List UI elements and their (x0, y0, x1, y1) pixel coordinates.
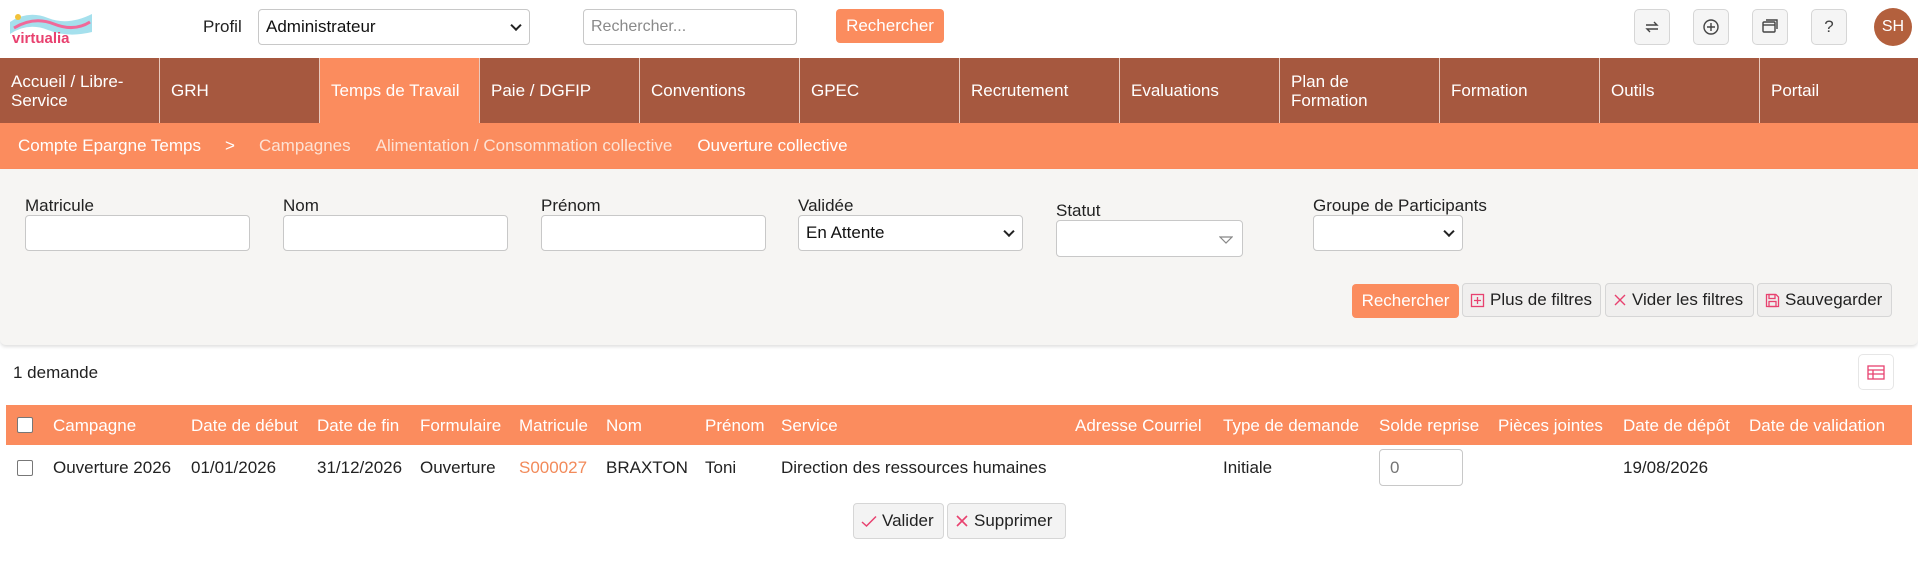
chevron-down-icon (1003, 225, 1015, 238)
nav-item-outils[interactable]: Outils (1600, 58, 1760, 123)
col-date-depot[interactable]: Date de dépôt (1623, 416, 1730, 436)
avatar-initials: SH (1881, 18, 1905, 35)
nom-label: Nom (283, 196, 319, 215)
cell-matricule-link[interactable]: S000027 (519, 458, 587, 478)
col-date-validation[interactable]: Date de validation (1749, 416, 1885, 436)
prenom-input[interactable] (541, 215, 766, 251)
table-icon (1867, 364, 1885, 380)
add-button[interactable] (1693, 9, 1729, 45)
cell-date-debut: 01/01/2026 (191, 458, 277, 477)
cell-formulaire: Ouverture (420, 458, 496, 477)
windows-button[interactable] (1752, 9, 1788, 45)
nav-item-portail[interactable]: Portail (1760, 58, 1918, 123)
results-count: 1 demande (13, 363, 99, 382)
nav-item-evaluations[interactable]: Evaluations (1120, 58, 1280, 123)
cell-date-fin: 31/12/2026 (317, 458, 403, 477)
solde-reprise-input[interactable] (1379, 449, 1463, 486)
cell-date-depot: 19/08/2026 (1623, 458, 1709, 477)
col-service[interactable]: Service (781, 416, 838, 436)
nav-item-paie-dgfip[interactable]: Paie / DGFIP (480, 58, 640, 123)
row-checkbox[interactable] (17, 460, 33, 476)
prenom-label: Prénom (541, 196, 601, 215)
save-icon (1765, 293, 1780, 307)
matricule-input[interactable] (25, 215, 250, 251)
chevron-down-icon (510, 19, 522, 32)
breadcrumb-separator: > (225, 136, 235, 155)
nav-item-temps-de-travail[interactable]: Temps de Travail (320, 58, 480, 123)
refresh-icon (1645, 21, 1659, 33)
validee-label: Validée (798, 196, 854, 215)
plus-de-filtres-button[interactable]: Plus de filtres (1462, 283, 1601, 317)
rechercher-button[interactable]: Rechercher (1352, 284, 1459, 318)
table-settings-button[interactable] (1858, 354, 1894, 390)
matricule-label: Matricule (25, 196, 94, 215)
validee-value: En Attente (806, 223, 885, 242)
nav-item-conventions[interactable]: Conventions (640, 58, 800, 123)
nom-input[interactable] (283, 215, 508, 251)
col-campagne[interactable]: Campagne (53, 416, 136, 436)
nav-item-accueil[interactable]: Accueil / Libre-Service (0, 58, 160, 123)
cell-nom: BRAXTON (606, 458, 688, 477)
main-nav: Accueil / Libre-Service GRH Temps de Tra… (0, 58, 1918, 123)
help-icon: ? (1824, 17, 1834, 36)
nav-item-grh[interactable]: GRH (160, 58, 320, 123)
close-icon (956, 515, 968, 527)
cell-campagne: Ouverture 2026 (53, 458, 172, 477)
windows-icon (1762, 19, 1778, 33)
select-all-checkbox[interactable] (17, 417, 33, 433)
col-nom[interactable]: Nom (606, 416, 642, 436)
top-search-button[interactable]: Rechercher (836, 9, 944, 43)
supprimer-button[interactable]: Supprimer (947, 503, 1066, 539)
col-date-fin[interactable]: Date de fin (317, 416, 399, 436)
groupe-participants-label: Groupe de Participants (1313, 196, 1487, 215)
top-bar: virtualia Profil Administrateur Recherch… (0, 0, 1918, 58)
triangle-down-icon (1219, 236, 1233, 244)
table-row: Ouverture 2026 01/01/2026 31/12/2026 Ouv… (6, 445, 1912, 491)
help-button[interactable]: ? (1811, 9, 1847, 45)
profil-value: Administrateur (266, 17, 376, 36)
search-input[interactable] (583, 9, 797, 45)
nav-item-plan-de-formation[interactable]: Plan de Formation (1280, 58, 1440, 123)
col-date-debut[interactable]: Date de début (191, 416, 298, 436)
col-matricule[interactable]: Matricule (519, 416, 588, 436)
virtualia-logo[interactable]: virtualia (8, 8, 93, 46)
subnav-root-compte-epargne-temps[interactable]: Compte Epargne Temps (18, 136, 201, 156)
plus-square-icon (1470, 293, 1485, 307)
filter-panel: Matricule Nom Prénom Validée En Attente … (0, 169, 1918, 345)
avatar[interactable]: SH (1874, 8, 1912, 46)
validee-select[interactable]: En Attente (798, 215, 1023, 251)
cell-prenom: Toni (705, 458, 737, 477)
col-pieces-jointes[interactable]: Pièces jointes (1498, 416, 1603, 436)
cell-service: Direction des ressources humaines (781, 458, 1047, 477)
sub-nav: Compte Epargne Temps > Campagnes Aliment… (0, 123, 1918, 169)
statut-label: Statut (1056, 201, 1101, 220)
col-formulaire[interactable]: Formulaire (420, 416, 501, 436)
nav-item-formation[interactable]: Formation (1440, 58, 1600, 123)
plus-circle-icon (1703, 19, 1719, 35)
nav-item-gpec[interactable]: GPEC (800, 58, 960, 123)
check-icon (861, 515, 877, 527)
cell-type-demande: Initiale (1223, 458, 1273, 477)
chevron-down-icon (1443, 225, 1455, 238)
profil-label: Profil (203, 17, 242, 36)
groupe-participants-select[interactable] (1313, 215, 1463, 251)
col-adresse-courriel[interactable]: Adresse Courriel (1075, 416, 1202, 436)
sauvegarder-button[interactable]: Sauvegarder (1757, 283, 1892, 317)
col-type-demande[interactable]: Type de demande (1223, 416, 1359, 436)
valider-button[interactable]: Valider (853, 503, 944, 539)
logo-text: virtualia (12, 30, 70, 46)
col-solde-reprise[interactable]: Solde reprise (1379, 416, 1479, 436)
subnav-item-campagnes[interactable]: Campagnes (259, 136, 351, 156)
subnav-item-alimentation[interactable]: Alimentation / Consommation collective (376, 136, 673, 156)
statut-select[interactable] (1056, 220, 1243, 257)
subnav-item-ouverture-collective[interactable]: Ouverture collective (697, 136, 847, 156)
col-prenom[interactable]: Prénom (705, 416, 765, 436)
close-icon (1614, 294, 1626, 306)
vider-les-filtres-button[interactable]: Vider les filtres (1605, 283, 1754, 317)
profil-select[interactable]: Administrateur (258, 9, 530, 45)
refresh-button[interactable] (1634, 9, 1670, 45)
nav-item-recrutement[interactable]: Recrutement (960, 58, 1120, 123)
table-header: Campagne Date de début Date de fin Formu… (6, 405, 1912, 445)
